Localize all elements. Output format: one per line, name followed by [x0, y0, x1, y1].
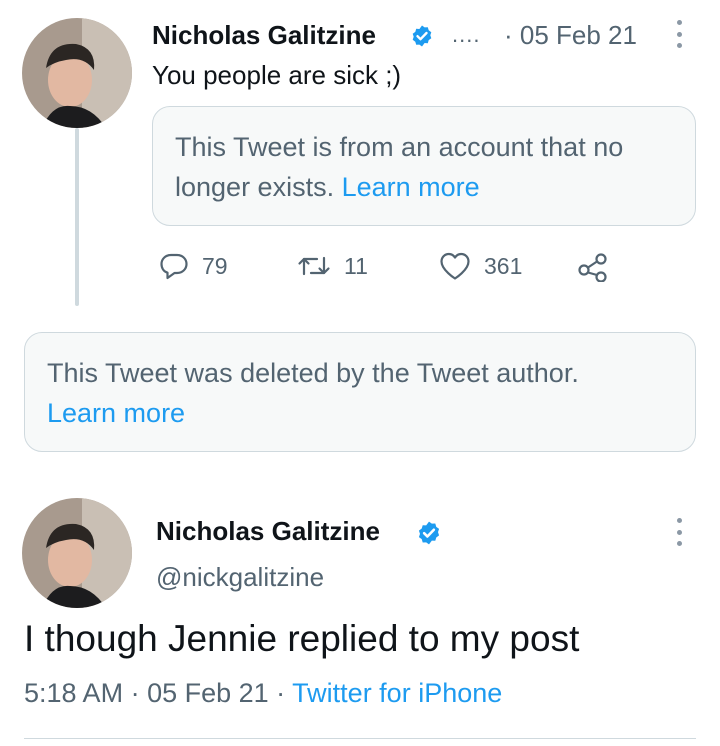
avatar-photo — [22, 498, 132, 608]
quoted-tweet-unavailable-notice: This Tweet is from an account that no lo… — [152, 106, 696, 226]
deleted-tweet-notice: This Tweet was deleted by the Tweet auth… — [24, 332, 696, 452]
learn-more-link[interactable]: Learn more — [47, 393, 673, 433]
retweet-count: 11 — [344, 252, 368, 279]
tweet-time[interactable]: 5:18 AM — [24, 678, 123, 708]
tweet-source-link[interactable]: Twitter for iPhone — [292, 678, 502, 708]
avatar-photo — [22, 18, 132, 128]
tweet-text: You people are sick ;) — [152, 60, 402, 90]
more-vertical-icon[interactable] — [675, 20, 683, 48]
reply-button[interactable]: 79 — [158, 246, 228, 286]
retweet-icon — [296, 250, 332, 282]
learn-more-link[interactable]: Learn more — [342, 172, 480, 202]
reply-icon — [158, 250, 190, 282]
more-vertical-icon[interactable] — [675, 518, 683, 546]
tweet-metadata: 5:18 AM · 05 Feb 21 · Twitter for iPhone — [24, 678, 502, 709]
retweet-button[interactable]: 11 — [296, 246, 368, 286]
truncation-ellipsis: .... — [452, 22, 481, 47]
thread-connector-line — [75, 128, 79, 306]
tweet-date[interactable]: 05 Feb 21 — [147, 678, 269, 708]
author-name[interactable]: Nicholas Galitzine — [156, 516, 380, 547]
author-handle[interactable]: @nickgalitzine — [156, 562, 324, 593]
notice-text: This Tweet was deleted by the Tweet auth… — [47, 358, 579, 388]
heart-icon — [438, 250, 472, 282]
tweet-action-bar: 79 11 361 — [158, 246, 638, 286]
tweet-date[interactable]: · 05 Feb 21 — [504, 20, 637, 51]
tweet-text: I though Jennie replied to my post — [24, 618, 580, 659]
share-icon — [576, 250, 610, 282]
avatar[interactable] — [22, 498, 132, 608]
divider — [24, 738, 696, 739]
meta-separator: · — [123, 678, 148, 708]
avatar[interactable] — [22, 18, 132, 128]
like-button[interactable]: 361 — [438, 246, 522, 286]
tweet-header: Nicholas Galitzine .... · 05 Feb 21 — [152, 16, 692, 56]
reply-count: 79 — [202, 252, 228, 279]
verified-badge-icon — [410, 24, 434, 53]
author-name[interactable]: Nicholas Galitzine — [152, 20, 376, 51]
share-button[interactable] — [576, 246, 610, 286]
verified-badge-icon — [416, 520, 442, 551]
meta-separator: · — [268, 678, 293, 708]
like-count: 361 — [484, 252, 523, 279]
